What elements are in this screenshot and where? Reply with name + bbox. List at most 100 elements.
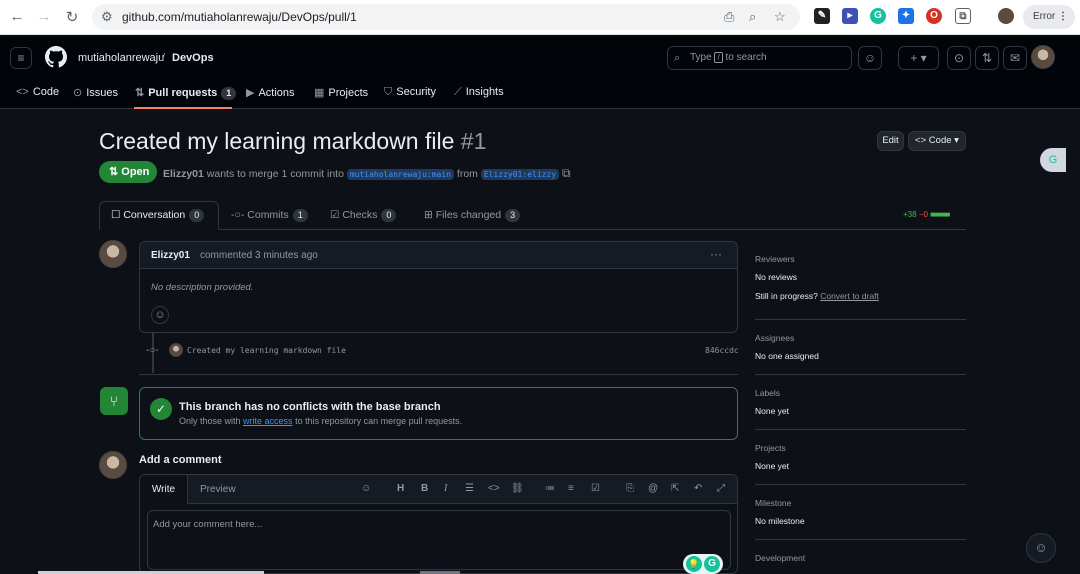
bullet-list-icon[interactable]: ≡ <box>568 483 574 494</box>
user-avatar[interactable] <box>1031 45 1055 69</box>
base-branch-label[interactable]: mutiaholanrewaju:main <box>346 169 454 180</box>
copilot-chat-icon[interactable]: ☺ <box>1026 533 1056 563</box>
numbered-list-icon[interactable]: ≔ <box>545 483 555 494</box>
pr-number: #1 <box>460 128 487 154</box>
projects-heading[interactable]: Projects <box>755 443 786 453</box>
reference-icon[interactable]: ⇱ <box>671 483 679 494</box>
github-logo-icon[interactable] <box>45 46 67 68</box>
attach-icon[interactable]: ⎘ <box>626 483 634 494</box>
search-input[interactable]: ⌕ Type / to search <box>667 46 852 70</box>
conversation-count: 0 <box>189 209 205 222</box>
pr-count-badge: 1 <box>221 87 237 100</box>
zoom-icon[interactable]: ⌕ <box>749 9 756 25</box>
heading-icon[interactable]: H <box>397 483 404 494</box>
commit-sha-link[interactable]: 846ccdc <box>705 346 739 355</box>
bold-icon[interactable]: B <box>421 483 428 494</box>
tab-files-changed[interactable]: ⊞ Files changed 3 <box>424 209 521 222</box>
copilot-icon[interactable]: ☺ <box>361 483 371 494</box>
address-bar[interactable]: ⚙ github.com/mutiaholanrewaju/DevOps/pul… <box>92 4 800 30</box>
inbox-button[interactable]: ✉ <box>1003 46 1027 70</box>
create-new-button[interactable]: + ▾ <box>898 46 939 70</box>
repo-name-link[interactable]: DevOps <box>172 52 214 64</box>
head-branch-label[interactable]: Elizzy01:elizzy <box>480 169 560 180</box>
tab-projects[interactable]: ▦ Projects <box>314 86 368 99</box>
add-reaction-icon[interactable]: ☺ <box>151 306 169 324</box>
reload-icon[interactable]: ↻ <box>63 8 81 26</box>
tab-issues[interactable]: ⊙ Issues <box>73 86 118 99</box>
forward-icon[interactable]: → <box>35 8 53 25</box>
convert-to-draft-link[interactable]: Convert to draft <box>820 291 879 301</box>
code-dropdown-button[interactable]: <> Code ▾ <box>908 131 966 151</box>
task-list-icon[interactable]: ☑ <box>591 483 600 494</box>
merge-status-subtitle: Only those with write access to this rep… <box>179 416 462 426</box>
check-icon: ✓ <box>150 398 172 420</box>
assignees-heading[interactable]: Assignees <box>755 333 794 343</box>
grammarly-g-icon[interactable]: G <box>704 556 720 572</box>
tab-conversation[interactable]: ☐ Conversation 0 <box>111 209 205 222</box>
opera-icon[interactable]: O <box>926 8 942 24</box>
comment-editor: Write Preview ☺ H B I ☰ <> ⛓ ≔ ≡ ☑ ⎘ @ ⇱… <box>139 474 738 574</box>
tab-checks[interactable]: ☑ Checks 0 <box>330 209 397 222</box>
tab-actions[interactable]: ▶ Actions <box>246 86 295 99</box>
search-prefix: Type <box>690 52 712 63</box>
pr-author-link[interactable]: Elizzy01 <box>163 168 204 180</box>
grammarly-icon[interactable]: G <box>870 8 886 24</box>
error-button[interactable]: Error ⋮ <box>1023 5 1075 29</box>
extension-pen-icon[interactable]: ✎ <box>814 8 830 24</box>
sidebar-divider <box>755 319 966 320</box>
grammarly-widget[interactable]: 💡 G <box>683 554 723 574</box>
tab-security[interactable]: ⛉ Security <box>384 86 436 99</box>
lightbulb-icon[interactable]: 💡 <box>686 556 702 572</box>
labels-heading[interactable]: Labels <box>755 388 780 398</box>
diffstat: +38 −0 ■■■■■ <box>903 210 950 219</box>
comment-author-avatar[interactable] <box>99 240 127 268</box>
current-user-avatar[interactable] <box>99 451 127 479</box>
profile-avatar-icon[interactable] <box>998 8 1014 24</box>
hamburger-menu-button[interactable]: ≡ <box>10 47 32 69</box>
comment-header: Elizzy01 commented 3 minutes ago ··· <box>140 242 737 269</box>
tab-pull-requests[interactable]: ⇅ Pull requests 1 <box>135 86 237 100</box>
italic-icon[interactable]: I <box>444 483 447 494</box>
pull-requests-button[interactable]: ⇅ <box>975 46 999 70</box>
tab-projects-label: Projects <box>328 87 369 99</box>
tab-write[interactable]: Write <box>140 475 188 504</box>
commit-message-link[interactable]: Created my learning markdown file <box>187 346 346 355</box>
commit-author-avatar[interactable] <box>169 343 183 357</box>
install-icon[interactable]: ⎙ <box>724 9 734 25</box>
comment-author-link[interactable]: Elizzy01 <box>151 250 190 261</box>
bookmark-star-icon[interactable]: ☆ <box>774 9 786 25</box>
comment-textarea[interactable]: Add your comment here... <box>147 510 731 570</box>
edit-button[interactable]: Edit <box>877 131 904 151</box>
tab-insights[interactable]: ⟋ Insights <box>454 86 504 99</box>
repo-owner-link[interactable]: mutiaholanrewaju <box>78 52 164 64</box>
github-header: ≡ mutiaholanrewaju / DevOps ⌕ Type / to … <box>0 36 1080 109</box>
commit-icon: -○- <box>231 209 245 221</box>
tab-code[interactable]: <> Code <box>16 86 59 98</box>
write-access-link[interactable]: write access <box>243 416 293 426</box>
extension-blue-icon[interactable]: ▸ <box>842 8 858 24</box>
selected-tab-indicator <box>134 107 232 109</box>
sidebar-divider <box>755 429 966 430</box>
copy-icon[interactable]: ⧉ <box>562 166 571 180</box>
tab-preview[interactable]: Preview <box>200 484 236 495</box>
pr-meta: Elizzy01 wants to merge 1 commit into mu… <box>163 166 571 181</box>
extensions-puzzle-icon[interactable]: ⧉ <box>955 8 971 24</box>
reviewers-heading[interactable]: Reviewers <box>755 254 795 264</box>
comment-options-icon[interactable]: ··· <box>710 247 722 261</box>
mention-icon[interactable]: @ <box>648 483 658 494</box>
development-heading[interactable]: Development <box>755 553 805 563</box>
link-icon[interactable]: ⛓ <box>511 483 524 494</box>
extension-tool-icon[interactable]: ✦ <box>898 8 914 24</box>
milestone-heading[interactable]: Milestone <box>755 498 791 508</box>
back-icon[interactable]: ← <box>8 8 26 25</box>
files-changed-count: 3 <box>505 209 521 222</box>
site-info-icon[interactable]: ⚙ <box>101 9 113 25</box>
quote-icon[interactable]: ☰ <box>465 483 474 494</box>
side-extension-tab-icon[interactable]: G <box>1040 148 1066 172</box>
fullscreen-icon[interactable]: ⤢ <box>717 483 725 494</box>
copilot-button[interactable]: ☺ <box>858 46 882 70</box>
code-icon[interactable]: <> <box>488 483 500 494</box>
issues-button[interactable]: ⊙ <box>947 46 971 70</box>
tab-commits[interactable]: -○- Commits 1 <box>231 209 308 222</box>
reply-icon[interactable]: ↶ <box>694 483 702 494</box>
